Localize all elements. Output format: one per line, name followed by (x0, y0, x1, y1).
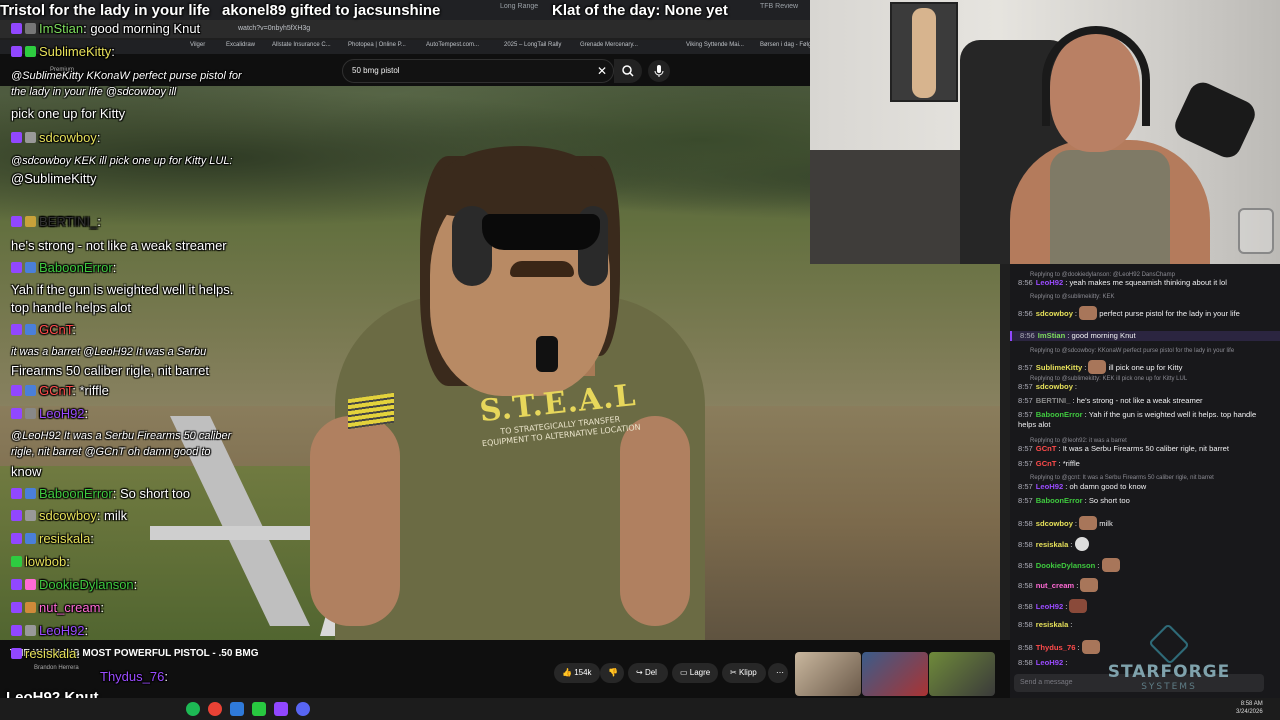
emote-icon (1069, 599, 1088, 613)
bookmark[interactable]: Vilger (190, 42, 205, 48)
app-icon[interactable] (252, 702, 266, 716)
like-button[interactable]: 👍 154k (554, 663, 600, 683)
chat-message: 8:57 LeoH92: oh damn good to know (1018, 482, 1147, 491)
bookmark[interactable]: Photopea | Online P... (348, 42, 406, 48)
bookmark[interactable]: Børsen i dag - Følg... (760, 42, 816, 48)
chat-message: 8:58 resiskala: (1018, 537, 1276, 551)
chat-message: 8:58 DookieDylanson: (1018, 558, 1276, 572)
banner-left-text: Tristol for the lady in your life (0, 2, 211, 19)
share-button[interactable]: ↪ Del (628, 663, 668, 683)
chrome-icon[interactable] (208, 702, 222, 716)
microphone-icon (654, 65, 664, 77)
chat-message: 8:57 SublimeKitty: ill pick one up for Ki… (1018, 360, 1276, 374)
chat-message: 8:58 nut_cream: (1018, 578, 1276, 592)
search-icon (622, 65, 634, 77)
webcam-headset (1042, 26, 1150, 126)
clear-search-icon[interactable]: ✕ (597, 64, 607, 78)
address-text: watch?v=0nbyh5fXH3g (238, 25, 311, 32)
chat-message: 8:57 BaboonError: Yah if the gun is weigh… (1018, 410, 1257, 429)
thumbs-down-icon: 👎 (608, 668, 618, 677)
video-host-lapel-mic (536, 336, 558, 372)
video-host-hair (440, 146, 600, 216)
webcam-shelf (810, 150, 960, 264)
chat-message: 8:57 BERTINI_: he's strong - not like a w… (1018, 396, 1203, 405)
twitch-icon[interactable] (274, 702, 288, 716)
system-clock[interactable]: 8:58 AM 3/24/2026 (1236, 700, 1263, 716)
clock-time: 8:58 AM (1240, 701, 1263, 707)
emote-icon (1101, 558, 1120, 572)
recommended-thumbnail[interactable] (795, 652, 861, 696)
chat-message: 8:57 sdcowboy: (1018, 382, 1078, 391)
video-host-mustache (510, 261, 574, 277)
recommended-thumbnail[interactable] (862, 652, 928, 696)
starforge-logo: STARFORGE SYSTEMS (1094, 623, 1244, 700)
search-button[interactable] (614, 59, 642, 83)
bookmark[interactable]: Excalidraw (226, 42, 255, 48)
save-button[interactable]: ▭ Lagre (672, 663, 718, 683)
logo-name: STARFORGE (1107, 662, 1231, 682)
bookmark[interactable]: Allstate Insurance C... (272, 42, 331, 48)
webcam-poster-figure (912, 8, 936, 98)
scissors-icon: ✂ (730, 668, 739, 677)
dislike-button[interactable]: 👎 (600, 663, 624, 683)
more-actions-button[interactable]: ⋯ (768, 663, 788, 683)
chat-message-highlighted: 8:56 ImStian: good morning Knut (1010, 331, 1280, 341)
discord-icon[interactable] (296, 702, 310, 716)
chat-message: 8:57 GCnT: *riffle (1018, 459, 1080, 468)
emote-icon (1080, 578, 1099, 592)
webcam-microphone (1170, 78, 1260, 162)
save-label: Lagre (689, 668, 711, 677)
klat-of-day-text: Klat of the day: None yet (552, 2, 728, 19)
starforge-logo-mark (1148, 623, 1190, 665)
channel-name[interactable]: Brandon Herrera (34, 665, 79, 671)
webcam-feed (810, 0, 1280, 264)
bookmark[interactable]: AutoTempest.com... (426, 42, 479, 48)
voice-search-button[interactable] (648, 60, 670, 82)
gift-sub-text: akonel89 gifted to jacsunshine (222, 2, 441, 19)
thumbs-up-icon: 👍 (562, 668, 575, 677)
recommended-thumbnail[interactable] (929, 652, 995, 696)
emote-icon (1074, 537, 1089, 551)
chat-message: 8:57 BaboonError: So short too (1018, 496, 1130, 505)
clip-label: Klipp (738, 668, 757, 677)
chat-input-placeholder: Send a message (1020, 679, 1073, 686)
webcam-glass (1238, 208, 1274, 254)
video-host-sunglasses (482, 214, 600, 250)
chat-message: 8:56 sdcowboy: perfect purse pistol for t… (1018, 306, 1276, 320)
webcam-streamer-tanktop (1050, 150, 1170, 264)
search-input-value: 50 bmg pistol (352, 66, 400, 75)
bookmark[interactable]: 2025 – LongTail Rally (504, 42, 561, 48)
share-icon: ↪ (636, 668, 645, 677)
bookmark-icon: ▭ (680, 668, 690, 677)
youtube-premium-label[interactable]: Premium (50, 67, 74, 73)
chat-message: 8:58 sdcowboy: milk (1018, 516, 1276, 530)
emote-icon (1079, 306, 1098, 320)
spotify-icon[interactable] (186, 702, 200, 716)
clip-button[interactable]: ✂ Klipp (722, 663, 766, 683)
more-icon: ⋯ (776, 668, 784, 677)
chat-reply-context: Replying to @sdcowboy: KKonaW perfect pu… (1030, 348, 1235, 354)
chat-message: 8:57 GCnT: It was a Serbu Firearms 50 cal… (1018, 444, 1229, 453)
share-label: Del (644, 668, 657, 677)
stream-banner: Tristol for the lady in your life akonel… (0, 0, 810, 22)
emote-icon (1088, 360, 1107, 374)
bookmark[interactable]: Grenade Mercenary... (580, 42, 638, 48)
chat-message: 8:58 LeoH92: (1018, 599, 1276, 613)
chat-message: 8:56 LeoH92: yeah makes me squeamish thin… (1018, 278, 1227, 287)
app-icon[interactable] (230, 702, 244, 716)
video-title: THE WORLD'S MOST POWERFUL PISTOL - .50 B… (10, 648, 259, 659)
clock-date: 3/24/2026 (1236, 709, 1263, 715)
like-count: 154k (574, 668, 592, 677)
video-host-arm (620, 416, 690, 626)
chat-reply-context: Replying to @sublimekitty: KEK (1030, 294, 1115, 300)
video-host-arm (310, 416, 400, 626)
logo-subtitle: SYSTEMS (1141, 682, 1197, 692)
emote-icon (1079, 516, 1098, 530)
bookmark[interactable]: Viking Syttende Mai... (686, 42, 744, 48)
